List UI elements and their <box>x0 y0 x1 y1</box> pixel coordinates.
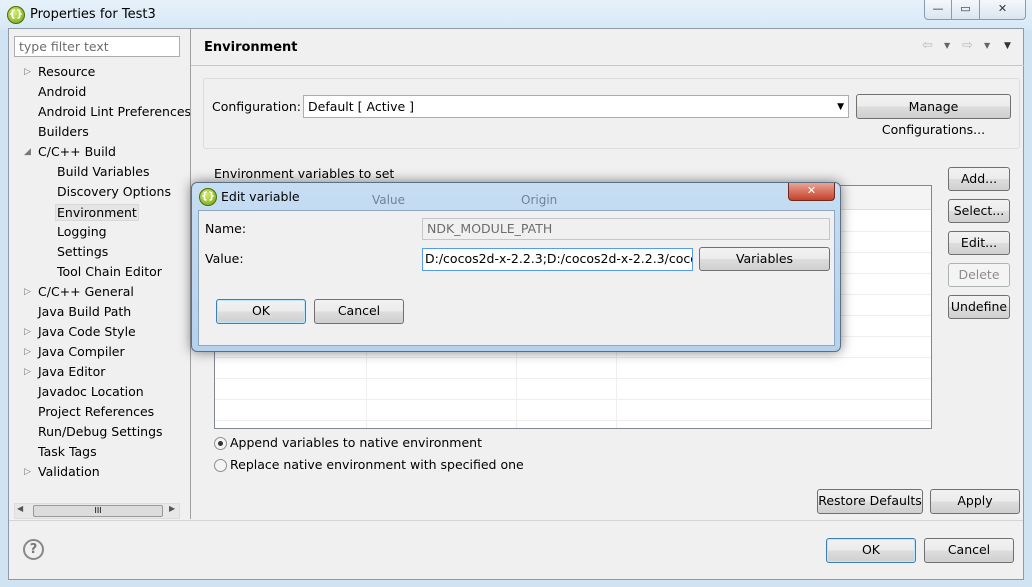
sidebar-item[interactable]: Task Tags <box>38 444 97 459</box>
configuration-label: Configuration: <box>212 99 301 114</box>
filter-input[interactable]: type filter text <box>14 36 180 57</box>
dialog-cancel-button[interactable]: Cancel <box>314 299 404 324</box>
name-field: NDK_MODULE_PATH <box>422 218 830 240</box>
window-title: Properties for Test3 <box>30 7 156 22</box>
configuration-select[interactable]: Default [ Active ] ▼ <box>303 95 849 118</box>
collapse-icon[interactable]: ◢ <box>24 147 31 157</box>
sidebar-item[interactable]: Run/Debug Settings <box>38 424 163 439</box>
name-label: Name: <box>205 221 247 236</box>
maximize-button[interactable]: ▭ <box>951 0 980 20</box>
variables-label: Environment variables to set <box>214 166 395 181</box>
append-radio-label[interactable]: Append variables to native environment <box>230 435 482 450</box>
sidebar-item[interactable]: Resource <box>38 64 95 79</box>
column-header-origin[interactable]: Origin <box>521 193 557 207</box>
restore-defaults-button[interactable]: Restore Defaults <box>817 489 923 514</box>
expand-icon[interactable]: ▷ <box>24 67 31 77</box>
sidebar-item[interactable]: Java Build Path <box>38 304 131 319</box>
sidebar-item[interactable]: Environment <box>55 204 139 221</box>
scroll-left-icon[interactable]: ◀ <box>17 504 23 513</box>
forward-menu-icon[interactable]: ▼ <box>984 41 990 50</box>
configuration-value: Default [ Active ] <box>308 99 415 114</box>
value-label: Value: <box>205 251 244 266</box>
sidebar-item[interactable]: Android <box>38 84 86 99</box>
back-icon[interactable]: ⇦ <box>922 38 933 53</box>
page-title: Environment <box>204 40 298 55</box>
select-button[interactable]: Select... <box>948 199 1010 223</box>
header-separator <box>191 65 1024 66</box>
variables-button[interactable]: Variables <box>699 247 830 271</box>
expand-icon[interactable]: ▷ <box>24 347 31 357</box>
delete-button[interactable]: Delete <box>948 263 1010 287</box>
sidebar-item[interactable]: Validation <box>38 464 100 479</box>
sidebar-item[interactable]: Android Lint Preferences <box>38 104 191 119</box>
view-menu-icon[interactable]: ▼ <box>1004 41 1011 51</box>
replace-radio[interactable] <box>214 459 227 472</box>
ok-button[interactable]: OK <box>826 538 916 563</box>
sidebar-item[interactable]: Tool Chain Editor <box>57 264 162 279</box>
sidebar-item[interactable]: Settings <box>57 244 108 259</box>
sidebar-scrollbar[interactable]: ◀ III ▶ <box>14 503 180 519</box>
sidebar-item[interactable]: Java Editor <box>38 364 105 379</box>
sidebar-item[interactable]: Build Variables <box>57 164 149 179</box>
sidebar-item[interactable]: Discovery Options <box>57 184 171 199</box>
undefine-button[interactable]: Undefine <box>948 295 1010 319</box>
close-button[interactable]: ✕ <box>979 0 1026 20</box>
dialog-ok-button[interactable]: OK <box>216 299 306 324</box>
edit-variable-dialog: {} Edit variable ✕ Name: NDK_MODULE_PATH… <box>191 182 841 352</box>
chevron-down-icon: ▼ <box>837 102 844 112</box>
row-divider <box>215 399 931 400</box>
row-divider <box>215 420 931 421</box>
edit-button[interactable]: Edit... <box>948 231 1010 255</box>
expand-icon[interactable]: ▷ <box>24 367 31 377</box>
dialog-app-icon: {} <box>199 188 217 206</box>
sidebar-item[interactable]: C/C++ General <box>38 284 134 299</box>
footer-separator <box>9 520 1023 521</box>
row-divider <box>215 378 931 379</box>
sidebar-item[interactable]: Java Code Style <box>38 324 136 339</box>
minimize-button[interactable]: — <box>924 0 952 20</box>
dialog-close-button[interactable]: ✕ <box>788 183 835 201</box>
sidebar-item[interactable]: Javadoc Location <box>38 384 144 399</box>
manage-configurations-button[interactable]: Manage Configurations... <box>856 94 1011 137</box>
sidebar-item[interactable]: Builders <box>38 124 89 139</box>
back-menu-icon[interactable]: ▼ <box>944 41 950 50</box>
forward-icon[interactable]: ⇨ <box>962 38 973 53</box>
scroll-right-icon[interactable]: ▶ <box>169 504 175 513</box>
app-icon: {} <box>7 6 25 24</box>
row-divider <box>215 357 931 358</box>
title-bar: {} Properties for Test3 — ▭ ✕ <box>0 0 1032 30</box>
help-icon[interactable]: ? <box>23 539 44 560</box>
value-field[interactable]: D:/cocos2d-x-2.2.3;D:/cocos2d-x-2.2.3/co… <box>422 248 693 271</box>
dialog-content: Name: NDK_MODULE_PATH Value: D:/cocos2d-… <box>198 210 835 346</box>
sidebar-item[interactable]: C/C++ Build <box>38 144 116 159</box>
expand-icon[interactable]: ▷ <box>24 287 31 297</box>
sidebar-item[interactable]: Project References <box>38 404 154 419</box>
dialog-title: Edit variable <box>221 189 300 204</box>
cancel-button[interactable]: Cancel <box>924 538 1014 563</box>
add-button[interactable]: Add... <box>948 167 1010 191</box>
apply-button[interactable]: Apply <box>930 489 1020 514</box>
expand-icon[interactable]: ▷ <box>24 327 31 337</box>
column-header-value[interactable]: Value <box>372 193 405 207</box>
replace-radio-label[interactable]: Replace native environment with specifie… <box>230 457 524 472</box>
append-radio[interactable] <box>214 437 227 450</box>
sidebar-item[interactable]: Logging <box>57 224 107 239</box>
expand-icon[interactable]: ▷ <box>24 467 31 477</box>
sidebar-item[interactable]: Java Compiler <box>38 344 125 359</box>
scroll-thumb[interactable]: III <box>33 505 163 517</box>
